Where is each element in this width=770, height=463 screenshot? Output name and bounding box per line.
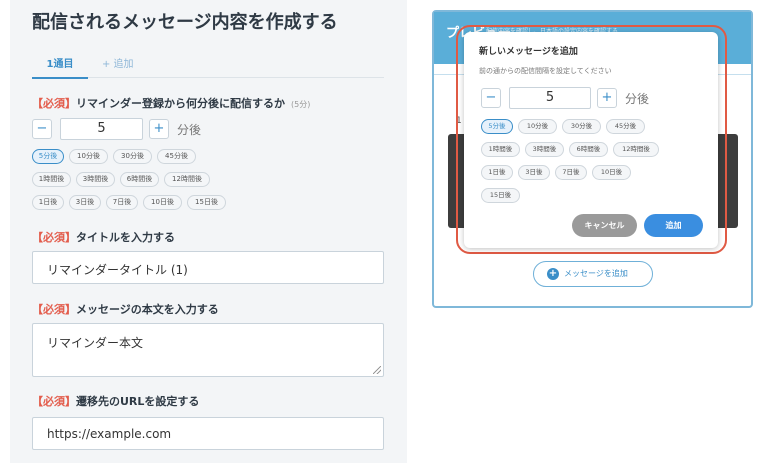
preset-chip[interactable]: 12時間後 <box>164 172 210 187</box>
minutes-input[interactable]: 5 <box>60 118 143 140</box>
page-title: 配信されるメッセージ内容を作成する <box>32 12 338 33</box>
modal-minus-button[interactable]: − <box>481 88 501 108</box>
preset-chip[interactable]: 10分後 <box>518 119 557 134</box>
preset-chip[interactable]: 10分後 <box>69 149 108 164</box>
body-textarea[interactable]: リマインダー本文 <box>32 323 384 377</box>
preset-chip[interactable]: 10日後 <box>143 195 182 210</box>
plus-button[interactable]: + <box>149 119 169 139</box>
resize-handle-icon[interactable] <box>373 366 381 374</box>
preset-chip[interactable]: 45分後 <box>606 119 645 134</box>
preset-chip[interactable]: 7日後 <box>106 195 138 210</box>
tab-add[interactable]: + 追加 <box>102 55 134 70</box>
message-form-panel: 配信されるメッセージ内容を作成する 1通目 + 追加 【必須】リマインダー登録か… <box>10 0 407 463</box>
add-message-button[interactable]: + メッセージを追加 <box>533 261 653 287</box>
preset-chip[interactable]: 12時間後 <box>613 142 659 157</box>
plus-circle-icon: + <box>547 268 559 280</box>
url-field-label: 【必須】遷移先のURLを設定する <box>32 395 200 408</box>
preset-chip[interactable]: 1日後 <box>481 165 513 180</box>
modal-unit-label: 分後 <box>625 92 650 106</box>
add-message-modal: 新しいメッセージを追加 前の通からの配信間隔を設定してください − 5 + 分後… <box>464 32 718 248</box>
preset-chip[interactable]: 1時間後 <box>32 172 71 187</box>
tab-message-1[interactable]: 1通目 <box>32 55 88 79</box>
preset-chip[interactable]: 7日後 <box>555 165 587 180</box>
reminder-timing-label: 【必須】リマインダー登録から何分後に配信するか (5分) <box>32 97 311 110</box>
preset-chip[interactable]: 1日後 <box>32 195 64 210</box>
preset-chip[interactable]: 3時間後 <box>76 172 115 187</box>
add-button[interactable]: 追加 <box>644 214 703 237</box>
modal-description: 前の通からの配信間隔を設定してください <box>479 67 612 75</box>
modal-title: 新しいメッセージを追加 <box>479 47 578 57</box>
preset-chip[interactable]: 6時間後 <box>569 142 608 157</box>
preset-chip[interactable]: 30分後 <box>113 149 152 164</box>
body-field-label: 【必須】メッセージの本文を入力する <box>32 303 219 316</box>
preset-chip[interactable]: 6時間後 <box>120 172 159 187</box>
body-text: リマインダー本文 <box>47 336 144 350</box>
preset-chip[interactable]: 3日後 <box>69 195 101 210</box>
message-tabs: 1通目 + 追加 <box>32 52 384 79</box>
cancel-button[interactable]: キャンセル <box>572 214 637 237</box>
reminder-timing-hint: (5分) <box>291 100 311 109</box>
preset-chip[interactable]: 15日後 <box>481 188 520 203</box>
minutes-unit-label: 分後 <box>177 123 202 137</box>
url-input[interactable]: https://example.com <box>32 417 384 450</box>
preset-chip[interactable]: 3時間後 <box>525 142 564 157</box>
preset-chip[interactable]: 10日後 <box>592 165 631 180</box>
preset-chip[interactable]: 3日後 <box>518 165 550 180</box>
preset-chip[interactable]: 45分後 <box>157 149 196 164</box>
preset-chip[interactable]: 5分後 <box>32 149 64 164</box>
add-message-label: メッセージを追加 <box>564 269 628 278</box>
required-badge: 【必須】 <box>32 97 76 110</box>
title-field-label: 【必須】タイトルを入力する <box>32 231 175 244</box>
preset-chip[interactable]: 1時間後 <box>481 142 520 157</box>
modal-interval-input[interactable]: 5 <box>509 87 591 109</box>
preset-chip[interactable]: 30分後 <box>562 119 601 134</box>
modal-plus-button[interactable]: + <box>597 88 617 108</box>
title-input[interactable]: リマインダータイトル (1) <box>32 251 384 284</box>
minus-button[interactable]: − <box>32 119 52 139</box>
preset-chip[interactable]: 15日後 <box>187 195 226 210</box>
preset-chip[interactable]: 5分後 <box>481 119 513 134</box>
